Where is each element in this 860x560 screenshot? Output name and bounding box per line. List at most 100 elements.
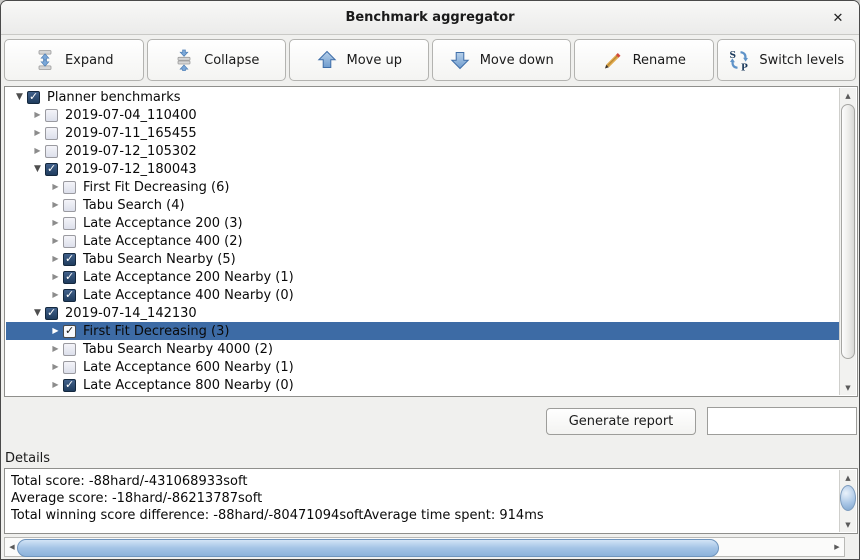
expand-arrow-icon[interactable]: ▶ — [30, 106, 45, 124]
tree-row[interactable]: ▶Late Acceptance 200 (3) — [6, 214, 839, 232]
expand-arrow-icon[interactable]: ▶ — [30, 124, 45, 142]
expand-arrow-icon[interactable]: ▶ — [48, 196, 63, 214]
horizontal-scrollbar-thumb[interactable] — [17, 539, 719, 557]
row-checkbox[interactable] — [45, 163, 58, 176]
tree-row-label: 2019-07-12_105302 — [64, 144, 197, 159]
expand-arrow-icon[interactable]: ▶ — [48, 178, 63, 196]
row-checkbox[interactable] — [63, 289, 76, 302]
tree-row[interactable]: ▶ First Fit Decreasing (3) — [6, 322, 839, 340]
tree-row[interactable]: ▶ 2019-07-11_165455 — [6, 124, 839, 142]
expand-arrow-icon[interactable]: ▶ — [48, 232, 63, 250]
details-label: Details — [5, 451, 50, 466]
move-down-icon — [449, 49, 471, 71]
tree-row-label: 2019-07-14_142130 — [64, 306, 197, 321]
tree-row[interactable]: ▶Late Acceptance 200 Nearby (1) — [6, 268, 839, 286]
row-checkbox[interactable] — [63, 253, 76, 266]
rename-button[interactable]: Rename — [574, 39, 714, 81]
details-panel: Total score: -88hard/-431068933soft Aver… — [4, 468, 858, 534]
tree-row[interactable]: ▶Late Acceptance 600 Nearby (1) — [6, 358, 839, 376]
row-checkbox[interactable] — [63, 217, 76, 230]
tree-row-label: 2019-07-04_110400 — [64, 108, 197, 123]
row-checkbox[interactable] — [63, 379, 76, 392]
move-down-button[interactable]: Move down — [432, 39, 572, 81]
collapse-icon — [173, 49, 195, 71]
row-checkbox[interactable] — [45, 127, 58, 140]
expand-arrow-icon[interactable]: ▶ — [48, 286, 63, 304]
benchmark-aggregator-window: Benchmark aggregator ✕ Expand Collapse — [0, 0, 860, 560]
collapse-arrow-icon[interactable]: ▼ — [30, 304, 45, 322]
report-status-field[interactable] — [707, 407, 857, 435]
window-title: Benchmark aggregator — [345, 10, 514, 25]
tree-scrollbar-thumb[interactable] — [841, 104, 855, 359]
tree-row[interactable]: ▶ 2019-07-12_105302 — [6, 142, 839, 160]
row-checkbox[interactable] — [45, 109, 58, 122]
move-up-icon — [316, 49, 338, 71]
expand-arrow-icon[interactable]: ▶ — [48, 268, 63, 286]
tree-row-label: Late Acceptance 400 (2) — [82, 234, 243, 249]
tree-row-label: Tabu Search (4) — [82, 198, 185, 213]
details-horizontal-scrollbar[interactable]: ◀ ▶ — [4, 537, 845, 557]
tree-row[interactable]: ▶ Tabu Search (4) — [6, 196, 839, 214]
row-checkbox[interactable] — [63, 181, 76, 194]
title-bar: Benchmark aggregator ✕ — [1, 1, 859, 35]
tree-row[interactable]: ▼2019-07-12_180043 — [6, 160, 839, 178]
generate-report-button[interactable]: Generate report — [546, 408, 696, 435]
expand-icon — [34, 49, 56, 71]
tree-row[interactable]: ▶ Tabu Search Nearby 4000 (2) — [6, 340, 839, 358]
svg-text:P: P — [741, 64, 748, 72]
expand-arrow-icon[interactable]: ▶ — [48, 340, 63, 358]
scroll-down-icon[interactable]: ▼ — [840, 380, 856, 395]
details-scrollbar-thumb[interactable] — [840, 485, 856, 511]
expand-arrow-icon[interactable]: ▶ — [48, 250, 63, 268]
scroll-up-icon[interactable]: ▲ — [840, 88, 856, 103]
switch-levels-icon: S P — [728, 49, 750, 71]
tree-row[interactable]: ▼Planner benchmarks — [6, 88, 839, 106]
row-checkbox[interactable] — [63, 325, 76, 338]
tree-row[interactable]: ▶First Fit Decreasing (6) — [6, 178, 839, 196]
row-checkbox[interactable] — [63, 199, 76, 212]
close-icon[interactable]: ✕ — [829, 9, 847, 27]
collapse-arrow-icon[interactable]: ▼ — [30, 160, 45, 178]
benchmark-tree-panel: ▼Planner benchmarks▶2019-07-04_110400▶20… — [4, 86, 858, 397]
move-up-button[interactable]: Move up — [289, 39, 429, 81]
row-checkbox[interactable] — [63, 343, 76, 356]
details-text: Total score: -88hard/-431068933soft Aver… — [11, 473, 835, 524]
expand-arrow-icon[interactable]: ▶ — [30, 142, 45, 160]
expand-button[interactable]: Expand — [4, 39, 144, 81]
collapse-button[interactable]: Collapse — [147, 39, 287, 81]
expand-arrow-icon[interactable]: ▶ — [48, 214, 63, 232]
tree-row-label: Tabu Search Nearby (5) — [82, 252, 236, 267]
details-line-winning-diff: Total winning score difference: -88hard/… — [11, 507, 835, 524]
row-checkbox[interactable] — [45, 307, 58, 320]
scroll-up-icon[interactable]: ▲ — [840, 470, 856, 485]
generate-report-label: Generate report — [569, 414, 674, 429]
row-checkbox[interactable] — [63, 361, 76, 374]
collapse-arrow-icon[interactable]: ▼ — [12, 88, 27, 106]
tree-row-label: First Fit Decreasing (3) — [82, 324, 229, 339]
switch-levels-button-label: Switch levels — [759, 53, 844, 68]
switch-levels-button[interactable]: S P Switch levels — [717, 39, 857, 81]
tree-row[interactable]: ▶ Late Acceptance 800 Nearby (0) — [6, 376, 839, 394]
tree-row[interactable]: ▼ 2019-07-14_142130 — [6, 304, 839, 322]
collapse-button-label: Collapse — [204, 53, 259, 68]
scroll-down-icon[interactable]: ▼ — [840, 517, 856, 532]
tree-vertical-scrollbar[interactable]: ▲ ▼ — [839, 88, 856, 395]
row-checkbox[interactable] — [63, 271, 76, 284]
details-vertical-scrollbar[interactable]: ▲ ▼ — [839, 470, 856, 532]
expand-arrow-icon[interactable]: ▶ — [48, 358, 63, 376]
details-line-total-score: Total score: -88hard/-431068933soft — [11, 473, 835, 490]
expand-arrow-icon[interactable]: ▶ — [48, 322, 63, 340]
scroll-right-icon[interactable]: ▶ — [830, 538, 844, 556]
expand-arrow-icon[interactable]: ▶ — [48, 376, 63, 394]
row-checkbox[interactable] — [45, 145, 58, 158]
tree-row[interactable]: ▶ Tabu Search Nearby (5) — [6, 250, 839, 268]
tree-row-label: 2019-07-11_165455 — [64, 126, 197, 141]
tree-row[interactable]: ▶Late Acceptance 400 Nearby (0) — [6, 286, 839, 304]
row-checkbox[interactable] — [63, 235, 76, 248]
tree-row-label: Tabu Search Nearby 4000 (2) — [82, 342, 273, 357]
benchmark-tree: ▼Planner benchmarks▶2019-07-04_110400▶20… — [6, 88, 839, 395]
tree-row[interactable]: ▶ Late Acceptance 400 (2) — [6, 232, 839, 250]
tree-row[interactable]: ▶ 2019-07-04_110400 — [6, 106, 839, 124]
row-checkbox[interactable] — [27, 91, 40, 104]
tree-row-label: Late Acceptance 800 Nearby (0) — [82, 378, 294, 393]
